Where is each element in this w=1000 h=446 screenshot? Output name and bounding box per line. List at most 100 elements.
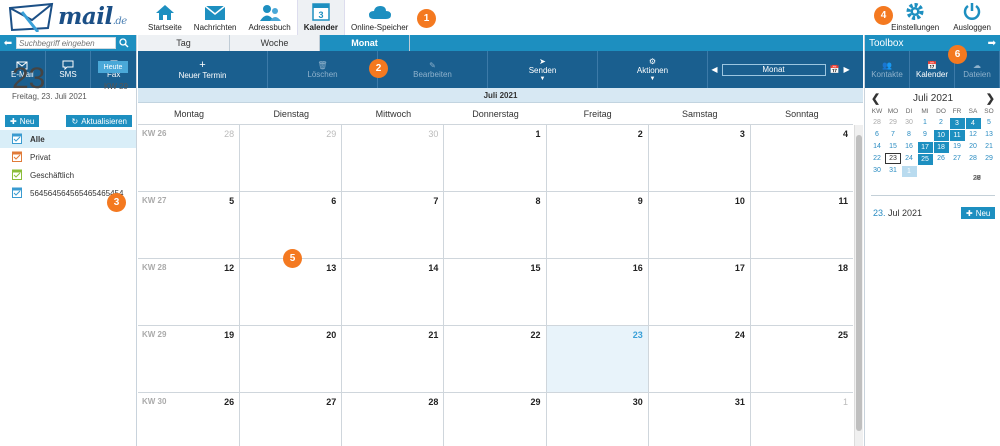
day-cell[interactable]: KW 30 26 xyxy=(138,393,241,446)
day-cell[interactable]: KW 29 19 xyxy=(138,326,241,393)
mini-day[interactable]: 4 xyxy=(965,117,981,129)
category-item[interactable]: Geschäftlich xyxy=(0,166,136,184)
chevron-right-icon[interactable]: ❯ xyxy=(986,92,995,105)
day-cell[interactable]: KW 27 5 xyxy=(138,192,241,259)
day-cell[interactable]: 30 xyxy=(342,125,445,192)
mini-day[interactable]: 5 xyxy=(981,117,997,128)
mini-day[interactable]: 1 xyxy=(901,165,917,177)
day-cell[interactable]: 28 xyxy=(342,393,445,446)
mini-day[interactable]: 29 xyxy=(981,153,997,164)
edit-button[interactable]: ✎ Bearbeiten xyxy=(378,51,488,88)
mini-day[interactable]: 11 xyxy=(949,129,965,141)
tab-tag[interactable]: Tag xyxy=(138,35,230,51)
mini-day[interactable]: 25 xyxy=(917,153,933,165)
vertical-scrollbar[interactable] xyxy=(854,125,863,446)
mini-day[interactable]: 8 xyxy=(901,129,917,140)
toolbox-new-button[interactable]: ✚ Neu xyxy=(961,207,996,219)
nav-adressbuch[interactable]: Adressbuch xyxy=(242,0,296,35)
prev-arrow-icon[interactable]: ◀ xyxy=(711,65,717,74)
actions-button[interactable]: ⚙ Aktionen ▼ xyxy=(598,51,708,88)
mini-day[interactable]: 14 xyxy=(869,141,885,152)
mini-day[interactable]: 16 xyxy=(901,141,917,152)
mini-day[interactable]: 3 xyxy=(949,117,965,129)
mini-day[interactable]: 24 xyxy=(901,153,917,164)
logo[interactable]: mail.de xyxy=(8,2,128,33)
sms-button[interactable]: SMS xyxy=(46,51,92,88)
mini-day[interactable]: 30 xyxy=(901,117,917,128)
category-item[interactable]: Privat xyxy=(0,148,136,166)
day-cell[interactable]: 24 xyxy=(648,326,751,393)
month-select[interactable]: Monat xyxy=(721,63,826,76)
mini-day[interactable]: 21 xyxy=(981,141,997,152)
day-cell[interactable]: 29 xyxy=(240,125,343,192)
day-cell[interactable]: 10 xyxy=(648,192,751,259)
nav-kalender[interactable]: 3 Kalender xyxy=(296,0,345,35)
day-cell[interactable]: 29 xyxy=(444,393,547,446)
new-event-button[interactable]: + Neuer Termin xyxy=(138,51,268,88)
day-cell[interactable]: 20 xyxy=(240,326,343,393)
day-cell[interactable]: 13 xyxy=(240,259,343,326)
day-cell[interactable]: 4 xyxy=(750,125,853,192)
mini-day[interactable]: 1 xyxy=(917,117,933,128)
calendar-small-icon[interactable]: 📅 xyxy=(830,65,840,74)
day-cell[interactable]: 30 xyxy=(546,393,649,446)
day-cell[interactable]: 15 xyxy=(444,259,547,326)
new-button[interactable]: ✚ Neu xyxy=(5,115,40,127)
day-cell[interactable]: 11 xyxy=(750,192,853,259)
day-cell[interactable]: 7 xyxy=(342,192,445,259)
mini-day[interactable]: 26 xyxy=(933,153,949,164)
day-cell[interactable]: 25 xyxy=(750,326,853,393)
mini-day[interactable]: 18 xyxy=(933,141,949,153)
day-cell[interactable]: 16 xyxy=(546,259,649,326)
scrollbar-thumb[interactable] xyxy=(856,135,862,431)
search-icon[interactable] xyxy=(118,37,130,49)
mini-day[interactable]: 20 xyxy=(965,141,981,152)
mini-day[interactable]: 17 xyxy=(917,141,933,153)
day-cell-today[interactable]: 23 xyxy=(546,326,649,393)
mini-day[interactable]: 28 xyxy=(869,117,885,128)
toolbox-tab-kontakte[interactable]: 👥 Kontakte xyxy=(865,51,910,88)
day-cell[interactable]: 8 xyxy=(444,192,547,259)
day-cell[interactable]: 14 xyxy=(342,259,445,326)
mini-day[interactable]: 10 xyxy=(933,129,949,141)
mini-day[interactable]: 31 xyxy=(885,165,901,176)
tab-monat[interactable]: Monat xyxy=(320,35,410,51)
day-cell[interactable]: KW 26 28 xyxy=(138,125,241,192)
day-cell[interactable]: 17 xyxy=(648,259,751,326)
mini-day[interactable]: 9 xyxy=(917,129,933,140)
arrow-right-icon[interactable]: ➡ xyxy=(988,38,996,49)
day-cell[interactable]: 3 xyxy=(648,125,751,192)
chevron-left-icon[interactable]: ❮ xyxy=(871,92,880,105)
nav-nachrichten[interactable]: Nachrichten xyxy=(188,0,243,35)
day-cell[interactable]: 2 xyxy=(546,125,649,192)
nav-ausloggen[interactable]: Ausloggen xyxy=(946,0,998,35)
day-cell[interactable]: 9 xyxy=(546,192,649,259)
search-input[interactable] xyxy=(16,37,116,49)
mini-day[interactable]: 19 xyxy=(949,141,965,152)
next-arrow-icon[interactable]: ▶ xyxy=(843,65,849,74)
mini-day[interactable]: 6 xyxy=(869,129,885,140)
day-cell[interactable]: 18 xyxy=(750,259,853,326)
mini-day[interactable]: 2 xyxy=(933,117,949,128)
send-button[interactable]: ➤ Senden ▼ xyxy=(488,51,598,88)
refresh-button[interactable]: ↻ Aktualisieren xyxy=(66,115,132,127)
day-cell[interactable]: 31 xyxy=(648,393,751,446)
mini-day[interactable]: 29 xyxy=(885,117,901,128)
category-item[interactable]: Alle xyxy=(0,130,136,148)
mini-day[interactable]: 13 xyxy=(981,129,997,140)
day-cell[interactable]: 1 xyxy=(444,125,547,192)
day-cell[interactable]: KW 28 12 xyxy=(138,259,241,326)
day-cell[interactable]: 27 xyxy=(240,393,343,446)
mini-day[interactable]: 28 xyxy=(965,153,981,164)
day-cell[interactable]: 1 xyxy=(750,393,853,446)
mini-day[interactable]: 30 xyxy=(869,165,885,176)
mini-day[interactable]: 23 xyxy=(885,153,901,164)
back-arrow-icon[interactable]: ⬅ xyxy=(2,37,14,49)
mini-day[interactable]: 7 xyxy=(885,129,901,140)
day-cell[interactable]: 22 xyxy=(444,326,547,393)
nav-online-speicher[interactable]: Online-Speicher xyxy=(345,0,414,35)
nav-startseite[interactable]: Startseite xyxy=(142,0,188,35)
tab-woche[interactable]: Woche xyxy=(230,35,320,51)
mini-day[interactable]: 22 xyxy=(869,153,885,164)
mini-day[interactable]: 15 xyxy=(885,141,901,152)
